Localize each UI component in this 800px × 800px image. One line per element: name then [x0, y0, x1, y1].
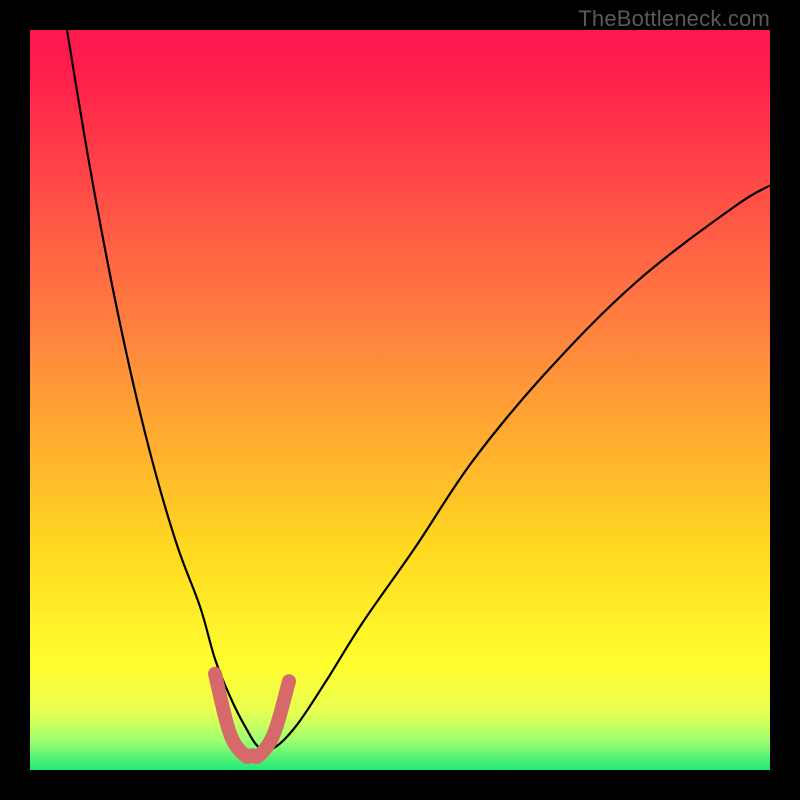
- watermark-text: TheBottleneck.com: [578, 6, 770, 32]
- chart-curves: [30, 30, 770, 770]
- chart-plot-area: [30, 30, 770, 770]
- bottleneck-curve: [67, 30, 770, 751]
